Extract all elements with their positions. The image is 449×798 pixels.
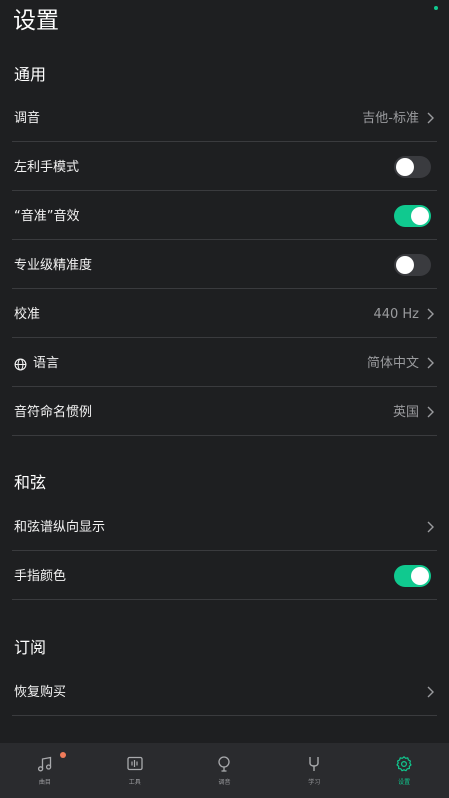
section-title-chords: 和弦 [14,473,47,492]
language-label-group: 语言 [14,355,59,373]
learn-icon [309,757,319,771]
in-tune-sound-label: “音准”音效 [14,209,80,224]
status-indicator-dot [434,6,438,10]
tab-label: 调音 [218,779,231,786]
note-naming-row[interactable]: 音符命名惯例 英国 [12,388,437,436]
finger-colors-label: 手指颜色 [14,569,67,584]
tuning-row[interactable]: 调音 吉他-标准 [12,94,437,142]
chevron-right-icon [427,406,434,418]
note-naming-label: 音符命名惯例 [14,405,93,420]
pro-precision-row: 专业级精准度 [12,241,437,289]
chevron-right-icon [427,521,434,533]
tab-label: 学习 [308,779,321,786]
tools-icon [127,756,143,771]
tab-tools[interactable]: 工具 [90,743,180,798]
chevron-right-icon [427,112,434,124]
tuning-label: 调音 [14,111,41,126]
section-title-subscription: 订阅 [14,638,47,657]
gear-icon [396,756,412,772]
chevron-right-icon [427,357,434,369]
toggle-knob [396,158,414,176]
finger-colors-toggle[interactable] [394,565,431,587]
toggle-knob [396,256,414,274]
pro-precision-label: 专业级精准度 [14,258,93,273]
tab-settings[interactable]: 设置 [359,743,449,798]
in-tune-sound-toggle[interactable] [394,205,431,227]
restore-purchase-row[interactable]: 恢复购买 [12,668,437,716]
note-naming-value: 英国 [392,405,419,420]
tab-label: 工具 [128,779,141,786]
in-tune-sound-row: “音准”音效 [12,192,437,240]
pro-precision-toggle[interactable] [394,254,431,276]
left-hand-label: 左利手模式 [14,160,80,175]
tab-tuner[interactable]: 调音 [180,743,270,798]
language-label: 语言 [33,356,60,371]
language-value: 简体中文 [366,356,419,371]
toggle-knob [411,207,429,225]
finger-colors-row: 手指颜色 [12,552,437,600]
tuning-value: 吉他-标准 [362,111,419,126]
tab-label: 曲目 [38,779,51,786]
tab-learn[interactable]: 学习 [269,743,359,798]
chevron-right-icon [427,686,434,698]
tuner-icon [218,756,231,772]
language-row[interactable]: 语言 简体中文 [12,339,437,387]
restore-purchase-label: 恢复购买 [14,685,67,700]
chord-vertical-row[interactable]: 和弦谱纵向显示 [12,503,437,551]
calibration-row[interactable]: 校准 440 Hz [12,290,437,338]
settings-screen: 设置 通用 调音 吉他-标准 左利手模式 “音准”音效 专业级精准度 校准 44… [0,0,449,798]
calibration-value: 440 Hz [373,307,419,322]
left-hand-row: 左利手模式 [12,143,437,191]
chevron-right-icon [427,308,434,320]
tab-songs[interactable]: 曲目 [0,743,90,798]
globe-icon [14,358,27,370]
music-note-icon [37,756,52,772]
notification-badge [60,752,66,758]
toggle-knob [411,567,429,585]
calibration-label: 校准 [14,307,41,322]
bottom-tab-bar: 曲目 工具 调音 学习 设置 [0,743,449,798]
left-hand-toggle[interactable] [394,156,431,178]
tab-label: 设置 [398,779,411,786]
section-title-general: 通用 [14,65,47,84]
page-title: 设置 [13,8,59,34]
chord-vertical-label: 和弦谱纵向显示 [14,520,106,535]
